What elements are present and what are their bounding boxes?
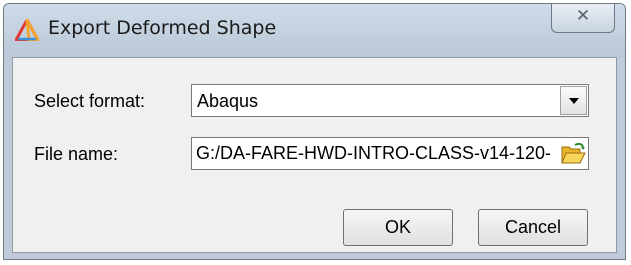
format-select[interactable]: Abaqus xyxy=(191,84,589,117)
close-button[interactable]: ✕ xyxy=(551,4,615,33)
ok-button[interactable]: OK xyxy=(343,209,453,246)
format-label: Select format: xyxy=(34,91,146,111)
cancel-button[interactable]: Cancel xyxy=(478,209,588,246)
filename-field[interactable] xyxy=(191,137,589,170)
ok-button-label: OK xyxy=(384,217,411,237)
close-icon: ✕ xyxy=(575,6,591,26)
format-selected-value: Abaqus xyxy=(197,91,259,111)
open-folder-icon xyxy=(561,142,586,164)
export-dialog: Export Deformed Shape ✕ Select format: A… xyxy=(3,3,626,260)
filename-label: File name: xyxy=(34,144,119,164)
cancel-button-label: Cancel xyxy=(504,217,562,237)
app-triangle-icon xyxy=(14,18,40,42)
dialog-title: Export Deformed Shape xyxy=(48,17,277,39)
title-bar: Export Deformed Shape ✕ xyxy=(4,4,625,58)
dialog-body: Select format: Abaqus File name: G:/DA-F… xyxy=(12,57,617,253)
filename-input[interactable] xyxy=(196,138,566,169)
chevron-down-icon xyxy=(569,98,579,104)
browse-folder-button[interactable] xyxy=(560,141,586,166)
dropdown-button[interactable] xyxy=(560,86,587,115)
